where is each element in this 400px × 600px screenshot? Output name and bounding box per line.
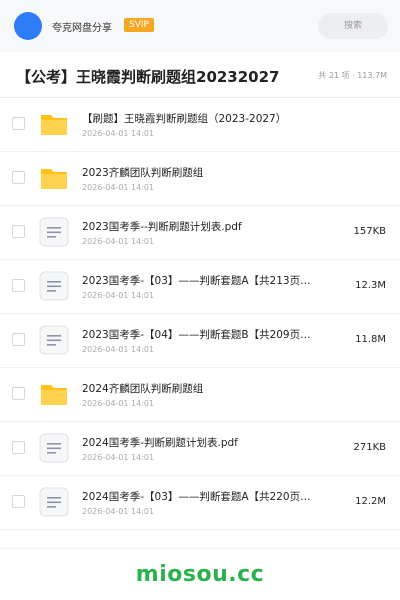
row-checkbox[interactable] [12, 441, 25, 454]
file-row[interactable]: 2024国考季-【03】——判断套题A【共220页… 2026-04-01 14:… [0, 476, 400, 530]
file-size: 157KB [353, 226, 386, 237]
document-icon [38, 270, 70, 302]
file-name[interactable]: 2023齐麟团队判断刷题组 [82, 165, 332, 180]
file-name[interactable]: 2023国考季-【03】——判断套题A【共213页… [82, 273, 332, 288]
folder-icon [38, 108, 70, 140]
document-icon [38, 324, 70, 356]
row-checkbox[interactable] [12, 117, 25, 130]
file-date: 2026-04-01 14:01 [82, 291, 155, 300]
watermark: miosou.cc [135, 562, 265, 587]
file-date: 2026-04-01 14:01 [82, 453, 155, 462]
file-name[interactable]: 2024国考季-判断刷题计划表.pdf [82, 435, 332, 450]
file-date: 2026-04-01 14:01 [82, 507, 155, 516]
file-size: 12.3M [355, 280, 386, 291]
row-checkbox[interactable] [12, 279, 25, 292]
file-name[interactable]: 2023国考季-【04】——判断套题B【共209页… [82, 327, 332, 342]
folder-icon [38, 162, 70, 194]
file-name[interactable]: 2024国考季-【03】——判断套题A【共220页… [82, 489, 332, 504]
folder-icon [38, 378, 70, 410]
row-checkbox[interactable] [12, 171, 25, 184]
file-row[interactable]: 2024齐麟团队判断刷题组 2026-04-01 14:01 [0, 368, 400, 422]
file-date: 2026-04-01 14:01 [82, 399, 155, 408]
file-date: 2026-04-01 14:01 [82, 345, 155, 354]
file-size: 271KB [353, 442, 386, 453]
top-header: 夸克网盘分享 SVIP 搜索 [0, 0, 400, 52]
file-date: 2026-04-01 14:01 [82, 129, 155, 138]
file-row[interactable]: 【刷题】王晓霞判断刷题组（2023-2027） 2026-04-01 14:01 [0, 98, 400, 152]
page-title: 【公考】王晓霞判断刷题组20232027 [16, 68, 280, 86]
document-icon [38, 432, 70, 464]
file-name[interactable]: 2024齐麟团队判断刷题组 [82, 381, 332, 396]
document-icon [38, 486, 70, 518]
file-list: 【刷题】王晓霞判断刷题组（2023-2027） 2026-04-01 14:01 2… [0, 98, 400, 530]
file-row[interactable]: 2023国考季--判断刷题计划表.pdf 2026-04-01 14:01 157K… [0, 206, 400, 260]
divider [0, 548, 400, 549]
file-row[interactable]: 2024国考季-判断刷题计划表.pdf 2026-04-01 14:01 271KB [0, 422, 400, 476]
avatar[interactable] [14, 12, 42, 40]
item-summary: 共 21 项 · 113.7M [318, 71, 387, 80]
file-row[interactable]: 2023国考季-【04】——判断套题B【共209页… 2026-04-01 14:… [0, 314, 400, 368]
document-icon [38, 216, 70, 248]
file-name[interactable]: 2023国考季--判断刷题计划表.pdf [82, 219, 332, 234]
search-input[interactable]: 搜索 [318, 13, 388, 39]
file-name[interactable]: 【刷题】王晓霞判断刷题组（2023-2027） [82, 111, 332, 126]
file-date: 2026-04-01 14:01 [82, 237, 155, 246]
file-row[interactable]: 2023国考季-【03】——判断套题A【共213页… 2026-04-01 14:… [0, 260, 400, 314]
svip-badge: SVIP [124, 18, 154, 32]
row-checkbox[interactable] [12, 387, 25, 400]
title-bar: 【公考】王晓霞判断刷题组20232027 共 21 项 · 113.7M [0, 52, 400, 98]
row-checkbox[interactable] [12, 333, 25, 346]
file-size: 12.2M [355, 496, 386, 507]
brand-label: 夸克网盘分享 [52, 23, 112, 34]
file-size: 11.8M [355, 334, 386, 345]
row-checkbox[interactable] [12, 495, 25, 508]
row-checkbox[interactable] [12, 225, 25, 238]
file-row[interactable]: 2023齐麟团队判断刷题组 2026-04-01 14:01 [0, 152, 400, 206]
file-date: 2026-04-01 14:01 [82, 183, 155, 192]
